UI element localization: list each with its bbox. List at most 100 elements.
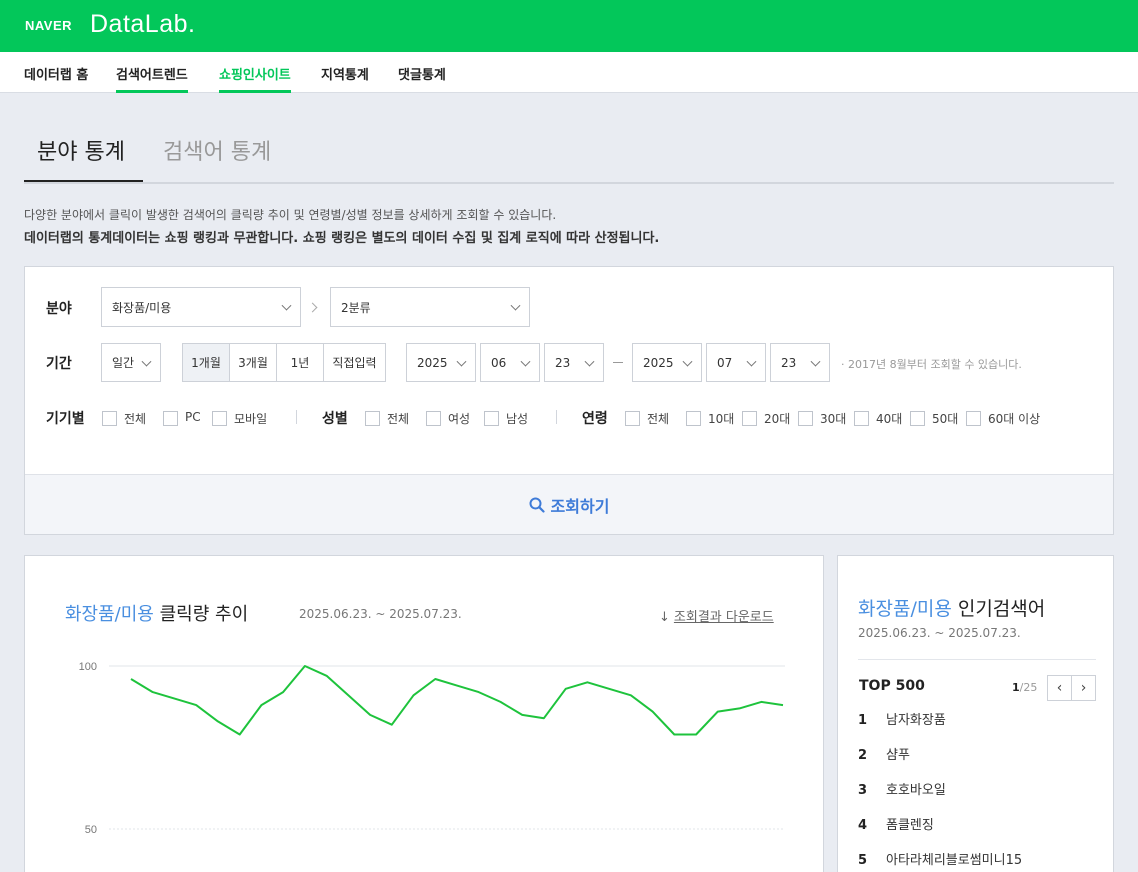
download-link[interactable]: ↓ 조회결과 다운로드 xyxy=(659,606,774,625)
nav-item-comment-stats[interactable]: 댓글통계 xyxy=(398,64,446,93)
start-year-value: 2025 xyxy=(417,355,448,370)
start-month-value: 06 xyxy=(491,355,507,370)
rank-divider xyxy=(858,659,1096,660)
age-50s-checkbox[interactable] xyxy=(910,411,925,426)
filter-panel: 분야 화장품/미용 2분류 기간 일간 1개월 3개월 1년 직접입력 2025… xyxy=(24,266,1114,535)
y-tick-label: 100 xyxy=(79,661,97,673)
nav-item-shopping-insight[interactable]: 쇼핑인사이트 xyxy=(219,64,291,93)
click-trend-panel: 화장품/미용 클릭량 추이 2025.06.23. ~ 2025.07.23. … xyxy=(24,555,824,872)
tab-category-stats[interactable]: 분야 통계 xyxy=(37,134,125,166)
chevron-down-icon xyxy=(682,356,693,367)
chevron-right-icon xyxy=(307,302,318,313)
chevron-right-icon: › xyxy=(1080,680,1087,696)
list-item[interactable]: 4 폼클렌징 xyxy=(858,814,934,833)
age-10s-label: 10대 xyxy=(708,412,735,426)
start-year-select[interactable]: 2025 xyxy=(406,343,476,382)
chevron-left-icon: ‹ xyxy=(1056,680,1063,696)
period-1month-button[interactable]: 1개월 xyxy=(182,343,230,382)
end-month-value: 07 xyxy=(717,355,733,370)
rank-keyword: 폼클렌징 xyxy=(886,818,934,833)
category1-value: 화장품/미용 xyxy=(112,300,172,315)
age-60plus-label: 60대 이상 xyxy=(988,412,1041,426)
rank-date-range: 2025.06.23. ~ 2025.07.23. xyxy=(858,626,1021,640)
prev-page-button[interactable]: ‹ xyxy=(1047,675,1072,701)
age-20s-label: 20대 xyxy=(764,412,791,426)
chevron-down-icon xyxy=(456,356,467,367)
device-label: 기기별 xyxy=(46,411,85,427)
rank-keyword: 아타라체리블로썸미니15 xyxy=(886,853,1023,868)
age-50s-label: 50대 xyxy=(932,412,959,426)
rank-number: 2 xyxy=(858,748,868,763)
naver-logo[interactable]: NAVER xyxy=(25,18,72,33)
period-unit-select[interactable]: 일간 xyxy=(101,343,161,382)
period-1year-button[interactable]: 1년 xyxy=(276,343,324,382)
filter-divider xyxy=(556,410,557,424)
rank-keyword: 호호바오일 xyxy=(886,783,946,798)
nav-item-search-trend[interactable]: 검색어트렌드 xyxy=(116,64,188,93)
active-tab-indicator xyxy=(24,180,143,182)
gender-all-checkbox[interactable] xyxy=(365,411,380,426)
nav-item-region-stats[interactable]: 지역통계 xyxy=(321,64,369,93)
next-page-button[interactable]: › xyxy=(1071,675,1096,701)
gender-female-checkbox[interactable] xyxy=(426,411,441,426)
rank-title-text: 인기검색어 xyxy=(951,598,1046,620)
list-item[interactable]: 2 샴푸 xyxy=(858,744,910,763)
end-year-value: 2025 xyxy=(643,355,674,370)
age-30s-checkbox[interactable] xyxy=(798,411,813,426)
period-custom-button[interactable]: 직접입력 xyxy=(323,343,386,382)
popular-keywords-panel: 화장품/미용 인기검색어 2025.06.23. ~ 2025.07.23. T… xyxy=(837,555,1114,872)
chart-title-category: 화장품/미용 xyxy=(65,604,154,625)
chevron-down-icon xyxy=(584,356,595,367)
period-note: · 2017년 8월부터 조회할 수 있습니다. xyxy=(841,358,1022,371)
main-nav: 데이터랩 홈 검색어트렌드 쇼핑인사이트 지역통계 댓글통계 xyxy=(0,52,1138,93)
date-range-dash xyxy=(613,362,623,363)
download-icon: ↓ xyxy=(659,610,670,625)
age-60plus-checkbox[interactable] xyxy=(966,411,981,426)
search-button[interactable]: 조회하기 xyxy=(25,474,1113,534)
list-item[interactable]: 5 아타라체리블로썸미니15 xyxy=(858,849,1022,868)
chart-date-range: 2025.06.23. ~ 2025.07.23. xyxy=(299,607,462,621)
y-tick-label: 50 xyxy=(85,824,97,836)
end-day-value: 23 xyxy=(781,355,797,370)
chevron-down-icon xyxy=(141,356,152,367)
nav-item-home[interactable]: 데이터랩 홈 xyxy=(24,64,88,93)
device-all-checkbox[interactable] xyxy=(102,411,117,426)
device-pc-checkbox[interactable] xyxy=(163,411,178,426)
chart-title: 화장품/미용 클릭량 추이 xyxy=(65,600,248,626)
rank-title-category: 화장품/미용 xyxy=(858,598,952,620)
search-icon xyxy=(529,497,545,513)
chart-title-text: 클릭량 추이 xyxy=(159,604,249,625)
period-3month-button[interactable]: 3개월 xyxy=(229,343,277,382)
device-all-label: 전체 xyxy=(124,412,147,426)
end-day-select[interactable]: 23 xyxy=(770,343,830,382)
start-month-select[interactable]: 06 xyxy=(480,343,540,382)
click-trend-chart: 100 50 xyxy=(79,661,785,836)
start-day-select[interactable]: 23 xyxy=(544,343,604,382)
age-40s-label: 40대 xyxy=(876,412,903,426)
gender-all-label: 전체 xyxy=(387,412,410,426)
age-10s-checkbox[interactable] xyxy=(686,411,701,426)
category2-select[interactable]: 2분류 xyxy=(330,287,530,327)
tab-keyword-stats[interactable]: 검색어 통계 xyxy=(163,134,271,166)
age-all-checkbox[interactable] xyxy=(625,411,640,426)
age-label: 연령 xyxy=(582,411,608,427)
age-40s-checkbox[interactable] xyxy=(854,411,869,426)
list-item[interactable]: 1 남자화장품 xyxy=(858,709,946,728)
gender-male-checkbox[interactable] xyxy=(484,411,499,426)
age-30s-label: 30대 xyxy=(820,412,847,426)
description-line-1: 다양한 분야에서 클릭이 발생한 검색어의 클릭량 추이 및 연령별/성별 정보… xyxy=(24,208,557,222)
device-mobile-checkbox[interactable] xyxy=(212,411,227,426)
series-line[interactable] xyxy=(130,665,784,736)
category1-select[interactable]: 화장품/미용 xyxy=(101,287,301,327)
chevron-down-icon xyxy=(746,356,757,367)
filter-divider xyxy=(296,410,297,424)
page-total: /25 xyxy=(1019,681,1038,694)
datalab-logo[interactable]: DataLab. xyxy=(90,10,195,39)
gender-label: 성별 xyxy=(322,411,348,427)
list-item[interactable]: 3 호호바오일 xyxy=(858,779,946,798)
end-year-select[interactable]: 2025 xyxy=(632,343,702,382)
period-label: 기간 xyxy=(46,356,72,372)
chevron-down-icon xyxy=(520,356,531,367)
age-20s-checkbox[interactable] xyxy=(742,411,757,426)
end-month-select[interactable]: 07 xyxy=(706,343,766,382)
